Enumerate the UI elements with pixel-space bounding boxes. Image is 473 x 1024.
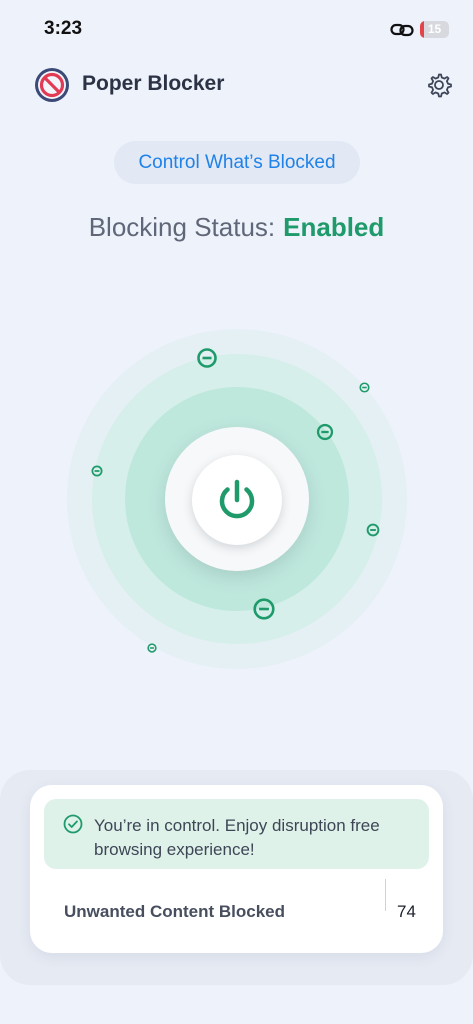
blocked-badge-icon — [197, 348, 217, 368]
notice-banner: You’re in control. Enjoy disruption free… — [44, 799, 429, 869]
stats-card: You’re in control. Enjoy disruption free… — [30, 785, 443, 953]
gear-icon[interactable] — [424, 70, 454, 100]
blocking-status-label: Blocking Status: — [88, 212, 276, 242]
app-title: Poper Blocker — [82, 72, 225, 95]
stat-divider — [385, 879, 386, 911]
stat-value: 74 — [397, 902, 416, 921]
notice-line-2: browsing experience! — [94, 840, 255, 859]
status-bar: 3:23 15 — [0, 0, 473, 56]
notice-line-1: You’re in control. Enjoy disruption free — [94, 816, 380, 835]
check-circle-icon — [63, 814, 83, 834]
control-whats-blocked-button[interactable]: Control What’s Blocked — [114, 141, 360, 184]
blocking-status-value: Enabled — [283, 212, 385, 242]
power-button[interactable] — [192, 455, 282, 545]
battery-level: 15 — [427, 22, 442, 36]
notice-text: You’re in control. Enjoy disruption free… — [94, 814, 424, 862]
status-time: 3:23 — [44, 18, 83, 39]
blocked-badge-icon — [359, 382, 370, 393]
blocked-badge-icon — [316, 423, 334, 441]
battery-indicator: 15 — [420, 21, 449, 38]
blocked-badge-icon — [91, 465, 103, 477]
blocked-badge-icon — [366, 523, 380, 537]
block-sign-icon — [35, 68, 69, 102]
link-icon — [390, 23, 414, 37]
stat-label: Unwanted Content Blocked — [64, 902, 286, 921]
power-icon — [219, 479, 255, 519]
blocked-badge-icon — [147, 643, 157, 653]
blocked-badge-icon — [253, 598, 275, 620]
blocking-status: Blocking Status: Enabled — [0, 212, 473, 243]
